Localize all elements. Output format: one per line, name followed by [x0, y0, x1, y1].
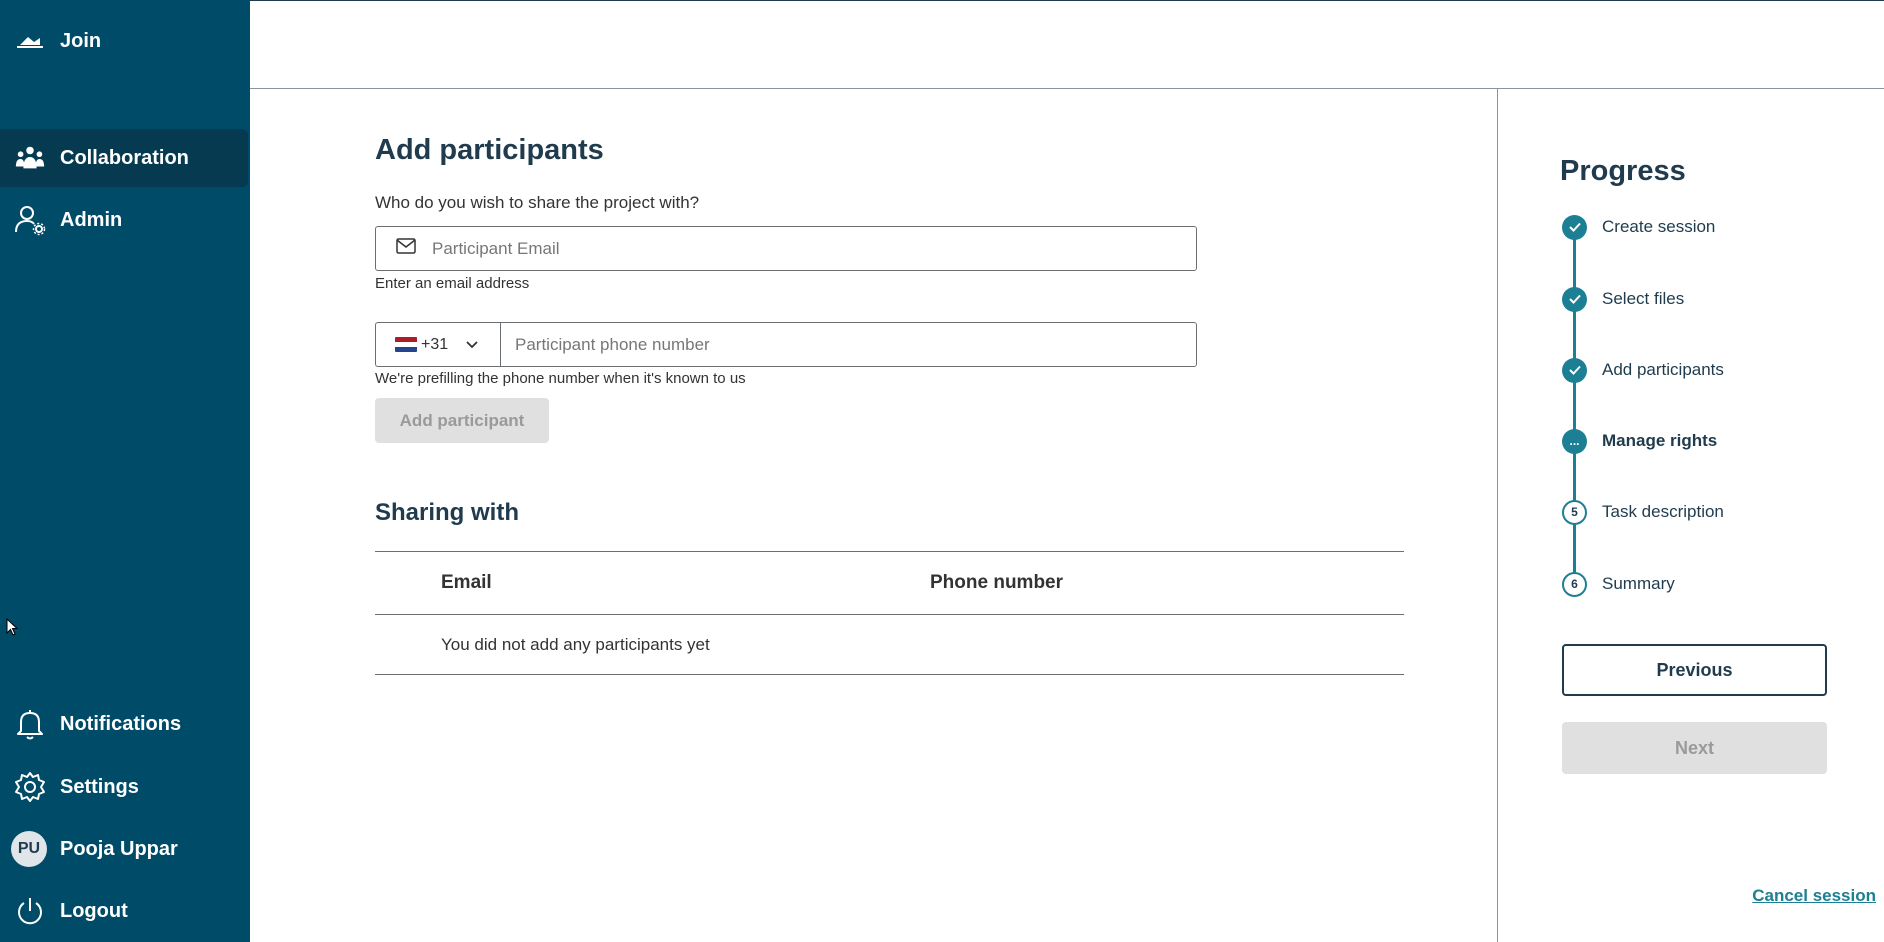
notifications-label: Notifications [60, 712, 182, 735]
table-empty-row: You did not add any participants yet [375, 615, 1404, 675]
add-participant-button[interactable]: Add participant [375, 398, 549, 443]
mouse-cursor-icon [6, 618, 19, 636]
user-gear-icon [14, 204, 46, 236]
gear-icon [14, 771, 46, 803]
phone-input[interactable] [515, 334, 1155, 355]
sharing-title: Sharing with [375, 499, 519, 526]
share-question: Who do you wish to share the project wit… [375, 193, 700, 212]
step-label: Add participants [1602, 360, 1724, 379]
step-create-session: Create session [1562, 214, 1715, 240]
step-add-participants: Add participants [1562, 357, 1724, 383]
settings-label: Settings [60, 775, 139, 798]
avatar-initials: PU [11, 831, 47, 867]
join-label: Join [60, 29, 102, 52]
empty-message: You did not add any participants yet [441, 635, 710, 654]
sidebar-item-logout[interactable]: Logout [0, 882, 250, 940]
step-select-files: Select files [1562, 286, 1684, 312]
sidebar: Join Collaboration Admin Notifications S… [0, 0, 250, 942]
email-help-text: Enter an email address [375, 275, 530, 292]
phone-help-text: We're prefilling the phone number when i… [375, 370, 746, 387]
step-label: Select files [1602, 289, 1685, 308]
next-button[interactable]: Next [1562, 722, 1827, 774]
sharing-table: Email Phone number You did not add any p… [375, 551, 1404, 675]
join-cloud-icon [14, 25, 46, 57]
step-task-description: 5 Task description [1562, 499, 1724, 525]
country-code-select[interactable]: +31 [375, 322, 500, 367]
mail-icon [396, 238, 416, 259]
step-label: Summary [1602, 574, 1675, 593]
check-icon [1562, 286, 1587, 312]
page-title: Add participants [375, 134, 604, 166]
main-content: Add participants Who do you wish to shar… [250, 89, 1497, 942]
more-dots-icon: ... [1562, 428, 1587, 454]
step-label: Task description [1602, 502, 1724, 521]
progress-title: Progress [1560, 155, 1686, 187]
sidebar-item-admin[interactable]: Admin [0, 191, 250, 249]
step-summary: 6 Summary [1562, 571, 1675, 597]
column-email: Email [441, 572, 492, 593]
step-manage-rights: ... Manage rights [1562, 428, 1717, 454]
phone-input-wrapper [500, 322, 1197, 367]
step-label: Manage rights [1602, 431, 1718, 450]
progress-panel: Progress Create session Select files Add… [1497, 89, 1884, 942]
avatar: PU [10, 831, 48, 867]
power-icon [14, 895, 46, 927]
step-number: 5 [1562, 499, 1587, 525]
team-icon [14, 142, 46, 174]
sidebar-item-collaboration[interactable]: Collaboration [0, 129, 248, 187]
email-field[interactable] [375, 226, 1197, 271]
top-bar [250, 0, 1884, 89]
step-number: 6 [1562, 571, 1587, 597]
sidebar-item-notifications[interactable]: Notifications [0, 695, 250, 753]
email-input[interactable] [432, 238, 1172, 259]
step-label: Create session [1602, 217, 1716, 236]
sidebar-item-profile[interactable]: PU Pooja Uppar [0, 820, 250, 878]
sidebar-item-label: Collaboration [60, 146, 189, 169]
previous-button[interactable]: Previous [1562, 644, 1827, 696]
sidebar-item-settings[interactable]: Settings [0, 758, 250, 816]
user-name: Pooja Uppar [60, 837, 178, 860]
join-item[interactable]: Join [0, 12, 250, 70]
chevron-down-icon [466, 336, 478, 354]
netherlands-flag-icon [395, 337, 417, 352]
column-phone: Phone number [930, 572, 1064, 593]
check-icon [1562, 357, 1587, 383]
logout-label: Logout [60, 899, 128, 922]
bell-icon [14, 708, 46, 740]
check-icon [1562, 214, 1587, 240]
phone-field: +31 [375, 322, 1197, 367]
table-header: Email Phone number [375, 551, 1404, 615]
sidebar-item-label: Admin [60, 208, 123, 231]
country-code: +31 [421, 335, 449, 353]
cancel-session-link[interactable]: Cancel session [1752, 886, 1876, 906]
